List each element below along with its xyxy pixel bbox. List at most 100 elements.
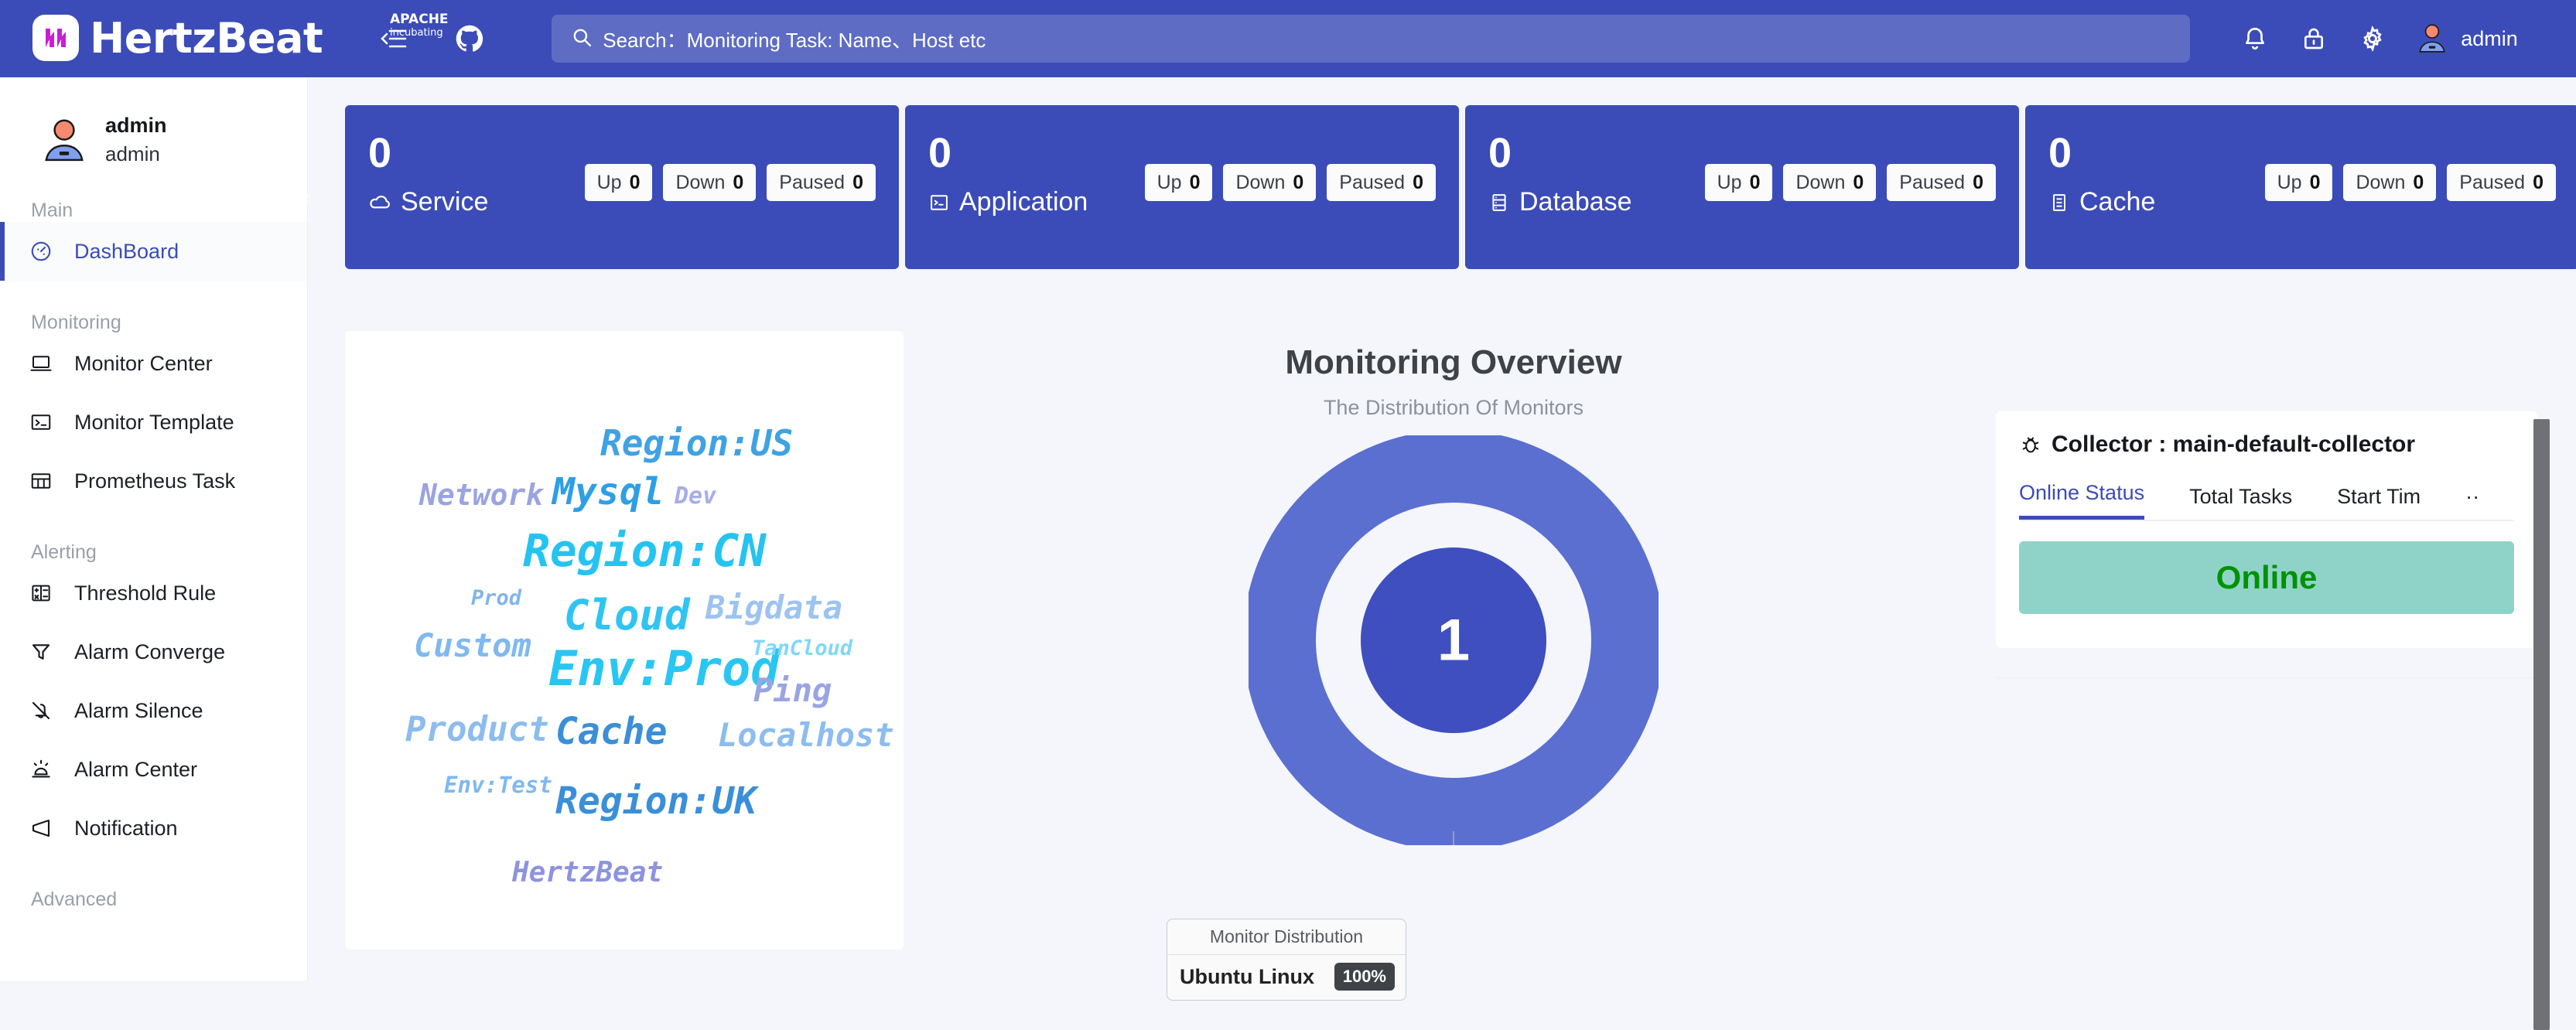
sidebar-group-label-advanced: Advanced bbox=[0, 888, 307, 911]
cloud-icon bbox=[368, 191, 391, 214]
sidebar-item-threshold-rule[interactable]: Threshold Rule bbox=[0, 564, 307, 622]
tab-total-tasks[interactable]: Total Tasks bbox=[2189, 485, 2292, 520]
sidebar-item-monitor-center[interactable]: Monitor Center bbox=[0, 334, 307, 393]
monitoring-overview-panel: Monitoring Overview The Distribution Of … bbox=[919, 331, 1988, 950]
word-cloud-item[interactable]: Region:US bbox=[600, 422, 793, 464]
stat-pill-down[interactable]: Down0 bbox=[2343, 164, 2436, 201]
stat-pill-up[interactable]: Up 0 bbox=[1705, 164, 1773, 201]
word-cloud-item[interactable]: Cloud bbox=[564, 591, 690, 639]
stat-pill-down[interactable]: Down0 bbox=[663, 164, 756, 201]
tooltip-title: Monitor Distribution bbox=[1167, 919, 1406, 955]
monitor-distribution-tooltip: Monitor Distribution Ubuntu Linux 100% bbox=[1167, 919, 1406, 1001]
tab-start-time[interactable]: Start Tim bbox=[2337, 485, 2421, 520]
stat-card-cache[interactable]: 0 Cache Up0 Down0 Paused0 bbox=[2025, 105, 2576, 269]
sidebar: admin admin Main DashBoard Monitoring Mo… bbox=[0, 77, 308, 981]
sidebar-item-alarm-center[interactable]: Alarm Center bbox=[0, 740, 307, 799]
word-cloud-item[interactable]: Product bbox=[405, 710, 548, 749]
bug-icon bbox=[2019, 433, 2042, 456]
monitor-distribution-donut[interactable]: 1 bbox=[1249, 435, 1659, 849]
stat-pill-paused[interactable]: Paused0 bbox=[2447, 164, 2556, 201]
brand-incubating-label: incubating bbox=[390, 26, 449, 39]
cache-icon bbox=[2048, 192, 2070, 213]
stat-pill-paused[interactable]: Paused0 bbox=[1887, 164, 1996, 201]
stat-card-application[interactable]: 0 Application Up0 Down0 bbox=[905, 105, 1459, 269]
table-icon bbox=[29, 469, 60, 493]
word-cloud-item[interactable]: Ping bbox=[753, 671, 832, 709]
sidebar-item-alarm-converge[interactable]: Alarm Converge bbox=[0, 622, 307, 681]
sidebar-item-monitor-template[interactable]: Monitor Template bbox=[0, 393, 307, 452]
sidebar-item-alarm-silence[interactable]: Alarm Silence bbox=[0, 681, 307, 740]
sidebar-item-label: Alarm Silence bbox=[74, 699, 203, 723]
global-search-bar[interactable]: Search：Monitoring Task: Name、Host etc bbox=[552, 15, 2190, 63]
github-icon[interactable] bbox=[453, 22, 487, 56]
sidebar-profile[interactable]: admin admin bbox=[0, 77, 307, 169]
pill-value: 0 bbox=[733, 172, 743, 194]
vertical-scrollbar[interactable] bbox=[2533, 419, 2550, 1030]
profile-role: admin bbox=[105, 139, 167, 169]
pill-value: 0 bbox=[1293, 172, 1303, 194]
word-cloud-item[interactable]: Bigdata bbox=[705, 588, 842, 626]
console-icon bbox=[928, 192, 950, 213]
pill-label: Up bbox=[1157, 172, 1182, 194]
bell-slash-icon bbox=[29, 699, 60, 722]
word-cloud-item[interactable]: Dev bbox=[675, 483, 716, 510]
pill-value: 0 bbox=[630, 172, 641, 194]
stat-card-service[interactable]: 0 Service Up0 Down0 Paused0 bbox=[345, 105, 899, 269]
pill-label: Down bbox=[1795, 172, 1845, 194]
word-cloud-item[interactable]: Network bbox=[419, 478, 543, 512]
sidebar-item-label: Alarm Center bbox=[74, 758, 197, 782]
stat-card-row: 0 Service Up0 Down0 Paused0 bbox=[345, 105, 2576, 269]
word-cloud-item[interactable]: Custom bbox=[414, 626, 531, 664]
pill-label: Up bbox=[1717, 172, 1742, 194]
megaphone-icon bbox=[29, 817, 60, 840]
pill-label: Down bbox=[2356, 172, 2405, 194]
word-cloud[interactable]: Region:US Network Mysql Dev Region:CNProd Clo… bbox=[345, 331, 904, 950]
sidebar-item-prometheus-task[interactable]: Prometheus Task bbox=[0, 452, 307, 510]
user-menu[interactable]: admin bbox=[2416, 21, 2541, 57]
word-cloud-item[interactable]: Cache bbox=[555, 710, 668, 753]
stat-pill-up[interactable]: Up 0 bbox=[1145, 164, 1213, 201]
stat-pill-paused[interactable]: Paused0 bbox=[1327, 164, 1436, 201]
bell-icon[interactable] bbox=[2226, 9, 2284, 68]
pill-value: 0 bbox=[1190, 172, 1201, 194]
word-cloud-card: Region:US Network Mysql Dev Region:CNProd Clo… bbox=[345, 331, 904, 950]
word-cloud-item[interactable]: Region:CN bbox=[523, 524, 766, 577]
word-cloud-item[interactable]: Localhost bbox=[718, 716, 894, 754]
gear-icon[interactable] bbox=[2343, 9, 2402, 68]
pill-value: 0 bbox=[2533, 172, 2544, 194]
sidebar-item-label: Notification bbox=[74, 817, 178, 841]
pill-value: 0 bbox=[2310, 172, 2321, 194]
word-cloud-item[interactable]: Env:Test bbox=[444, 772, 552, 798]
word-cloud-item[interactable]: Env:Prod bbox=[548, 640, 780, 697]
stat-pill-up[interactable]: Up0 bbox=[585, 164, 653, 201]
stat-pill-down[interactable]: Down0 bbox=[1223, 164, 1316, 201]
word-cloud-item[interactable]: TanCloud bbox=[752, 636, 852, 660]
sidebar-item-dashboard[interactable]: DashBoard bbox=[0, 222, 307, 281]
panel-collapse-left-icon[interactable] bbox=[296, 182, 320, 216]
tab-online-status[interactable]: Online Status bbox=[2019, 481, 2144, 520]
word-cloud-item[interactable]: HertzBeat bbox=[512, 857, 663, 888]
funnel-icon bbox=[29, 640, 60, 663]
stat-pill-down[interactable]: Down0 bbox=[1783, 164, 1876, 201]
word-cloud-item[interactable]: Region:UK bbox=[555, 779, 757, 823]
word-cloud-item[interactable]: Mysql bbox=[552, 470, 664, 513]
pill-label: Up bbox=[2277, 172, 2302, 194]
pill-value: 0 bbox=[1750, 172, 1761, 194]
tab-overflow-icon[interactable]: ·· bbox=[2465, 485, 2479, 520]
stat-card-database[interactable]: 0 Database Up 0 Down bbox=[1465, 105, 2019, 269]
sidebar-item-notification[interactable]: Notification bbox=[0, 799, 307, 858]
stat-category-label: Database bbox=[1519, 187, 1632, 217]
lock-icon[interactable] bbox=[2284, 9, 2343, 68]
stat-pill-paused[interactable]: Paused0 bbox=[767, 164, 876, 201]
brand-name: HertzBeat bbox=[90, 10, 323, 67]
app-logo[interactable]: HertzBeat APACHE incubating bbox=[32, 10, 323, 67]
pill-value: 0 bbox=[852, 172, 863, 194]
database-icon bbox=[1488, 192, 1510, 213]
search-input[interactable]: Search：Monitoring Task: Name、Host etc bbox=[603, 25, 986, 53]
collector-tab-bar: Online Status Total Tasks Start Tim ·· bbox=[2019, 478, 2514, 521]
stat-pill-up[interactable]: Up 0 bbox=[2265, 164, 2333, 201]
sidebar-item-label: Monitor Template bbox=[74, 411, 234, 435]
word-cloud-item[interactable]: Prod bbox=[471, 586, 521, 610]
avatar-icon bbox=[40, 114, 88, 166]
hertzbeat-logo-icon bbox=[32, 15, 79, 61]
